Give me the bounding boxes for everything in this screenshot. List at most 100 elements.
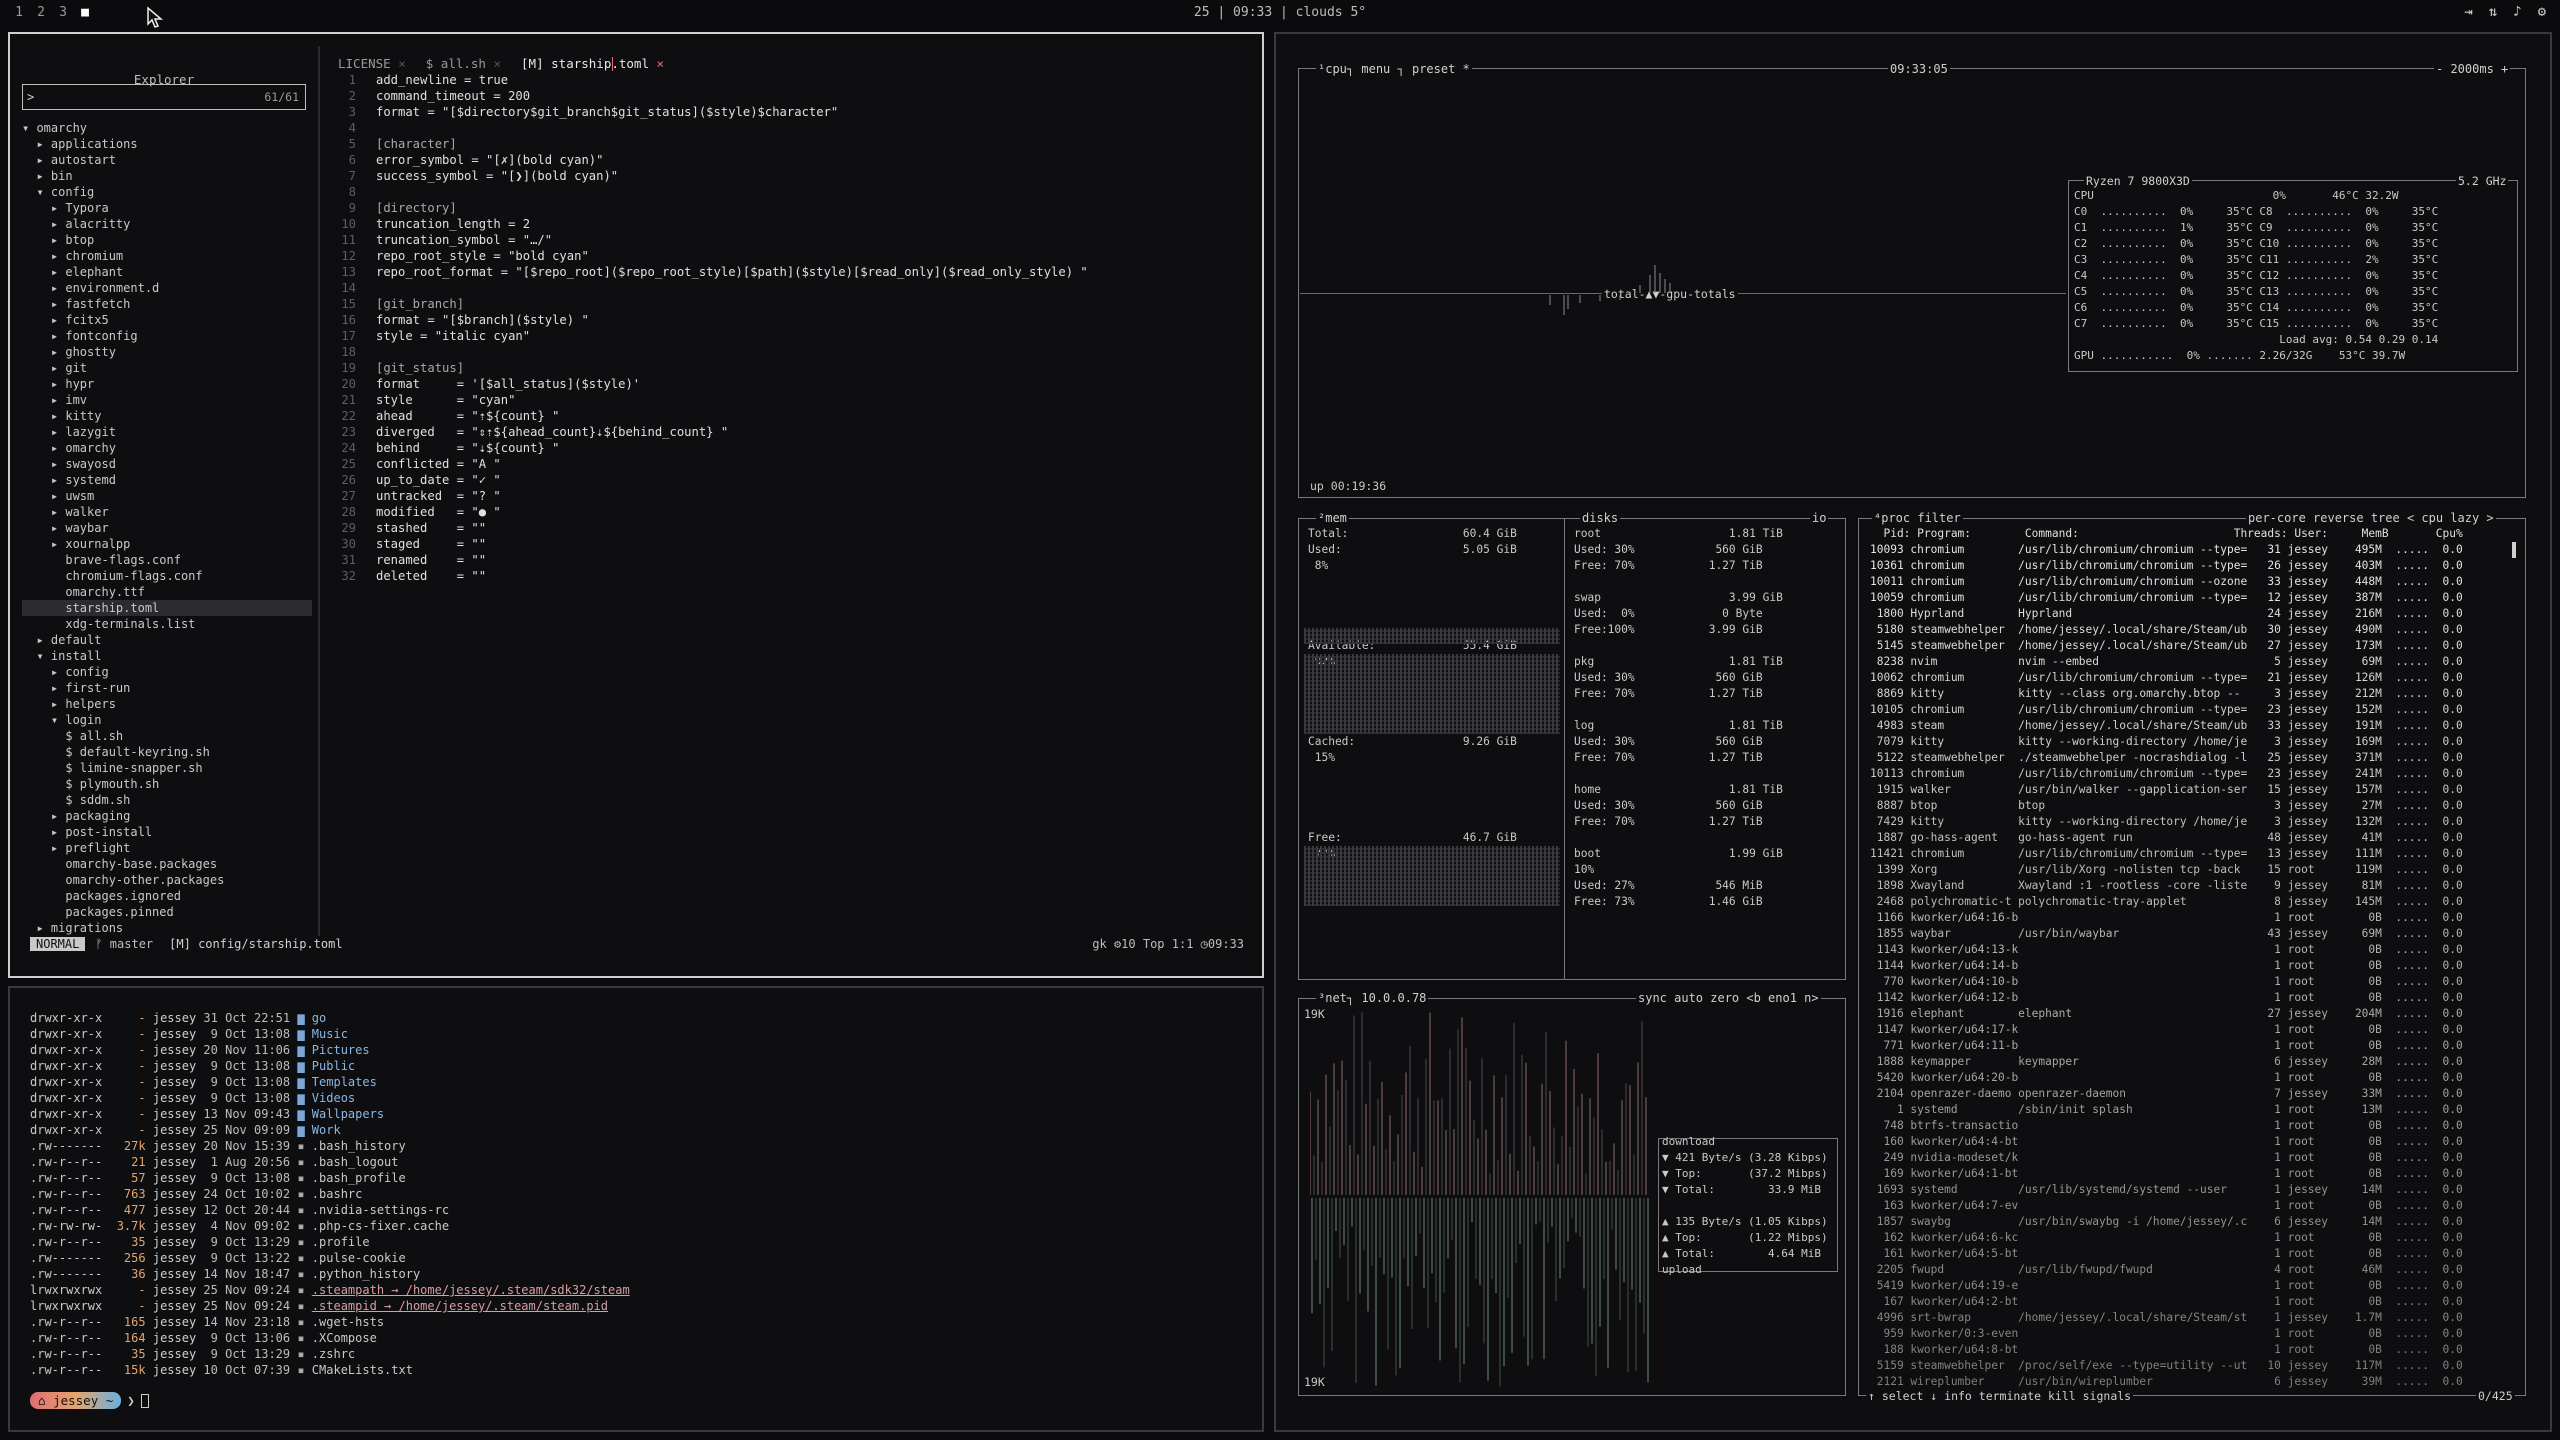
network-icon[interactable]: ⇅: [2489, 4, 2497, 20]
proc-row[interactable]: 8887 btop btop 3 jessey 27M ..... 0.0: [1870, 798, 2520, 814]
ls-name[interactable]: Public: [312, 1059, 355, 1073]
ls-name[interactable]: .pulse-cookie: [312, 1251, 406, 1265]
tree-item[interactable]: ▸ post-install: [22, 824, 312, 840]
tree-item[interactable]: ▸ packaging: [22, 808, 312, 824]
ls-name[interactable]: .profile: [312, 1235, 370, 1249]
proc-row[interactable]: 1147 kworker/u64:17-k 1 root 0B ..... 0.…: [1870, 1022, 2520, 1038]
proc-row[interactable]: 1 systemd /sbin/init splash 1 root 13M .…: [1870, 1102, 2520, 1118]
proc-row[interactable]: 2104 openrazer-daemo openrazer-daemon 7 …: [1870, 1086, 2520, 1102]
proc-row[interactable]: 162 kworker/u64:6-kc 1 root 0B ..... 0.0: [1870, 1230, 2520, 1246]
tree-item[interactable]: ▸ environment.d: [22, 280, 312, 296]
proc-row[interactable]: 167 kworker/u64:2-bt 1 root 0B ..... 0.0: [1870, 1294, 2520, 1310]
proc-row[interactable]: 10361 chromium /usr/lib/chromium/chromiu…: [1870, 558, 2520, 574]
tree-item[interactable]: ▾ install: [22, 648, 312, 664]
tree-item[interactable]: ▸ helpers: [22, 696, 312, 712]
proc-row[interactable]: 1142 kworker/u64:12-b 1 root 0B ..... 0.…: [1870, 990, 2520, 1006]
proc-row[interactable]: 1898 Xwayland Xwayland :1 -rootless -cor…: [1870, 878, 2520, 894]
net-controls[interactable]: sync auto zero <b eno1 n>: [1636, 991, 1821, 1005]
tree-item[interactable]: ▸ git: [22, 360, 312, 376]
proc-row[interactable]: 10011 chromium /usr/lib/chromium/chromiu…: [1870, 574, 2520, 590]
tree-item[interactable]: ▸ autostart: [22, 152, 312, 168]
proc-row[interactable]: 160 kworker/u64:4-bt 1 root 0B ..... 0.0: [1870, 1134, 2520, 1150]
ls-name[interactable]: CMakeLists.txt: [312, 1363, 413, 1377]
tree-item[interactable]: ▸ walker: [22, 504, 312, 520]
shell-prompt[interactable]: ⌂ jessey ~ ❯: [30, 1392, 149, 1409]
proc-row[interactable]: 1143 kworker/u64:13-k 1 root 0B ..... 0.…: [1870, 942, 2520, 958]
menu-button[interactable]: menu: [1361, 62, 1390, 76]
ls-name[interactable]: .bash_profile: [312, 1171, 406, 1185]
tree-item[interactable]: ▸ chromium: [22, 248, 312, 264]
tree-item[interactable]: ▸ ghostty: [22, 344, 312, 360]
proc-row[interactable]: 1915 walker /usr/bin/walker --gapplicati…: [1870, 782, 2520, 798]
tree-item[interactable]: ▾ config: [22, 184, 312, 200]
clock-weather[interactable]: 25 | 09:33 | clouds 5°: [0, 5, 2560, 20]
tree-item[interactable]: $ sddm.sh: [22, 792, 312, 808]
ls-name[interactable]: .bash_history: [312, 1139, 406, 1153]
tree-item[interactable]: ▸ kitty: [22, 408, 312, 424]
ls-name[interactable]: .steampid → /home/jessey/.steam/steam.pi…: [312, 1299, 608, 1313]
tree-item[interactable]: brave-flags.conf: [22, 552, 312, 568]
tree-item[interactable]: ▸ swayosd: [22, 456, 312, 472]
tree-item[interactable]: chromium-flags.conf: [22, 568, 312, 584]
tree-item[interactable]: ▸ migrations: [22, 920, 312, 936]
tab-all-sh[interactable]: $ all.sh ×: [426, 56, 501, 71]
update-interval[interactable]: - 2000ms +: [2434, 62, 2511, 76]
ls-name[interactable]: .wget-hsts: [312, 1315, 384, 1329]
proc-footer[interactable]: ↑ select ↓ info terminate kill signals: [1866, 1389, 2134, 1403]
proc-row[interactable]: 5420 kworker/u64:20-b 1 root 0B ..... 0.…: [1870, 1070, 2520, 1086]
tree-item[interactable]: ▸ applications: [22, 136, 312, 152]
proc-row[interactable]: 7079 kitty kitty --working-directory /ho…: [1870, 734, 2520, 750]
tree-item[interactable]: ▸ Typora: [22, 200, 312, 216]
tree-item[interactable]: ▸ imv: [22, 392, 312, 408]
ls-name[interactable]: Wallpapers: [312, 1107, 384, 1121]
tree-item[interactable]: ▸ lazygit: [22, 424, 312, 440]
proc-row[interactable]: 770 kworker/u64:10-b 1 root 0B ..... 0.0: [1870, 974, 2520, 990]
proc-row[interactable]: 8869 kitty kitty --class org.omarchy.bto…: [1870, 686, 2520, 702]
proc-row[interactable]: 5419 kworker/u64:19-e 1 root 0B ..... 0.…: [1870, 1278, 2520, 1294]
proc-table[interactable]: 10093 chromium /usr/lib/chromium/chromiu…: [1870, 542, 2520, 1390]
proc-row[interactable]: 163 kworker/u64:7-ev 1 root 0B ..... 0.0: [1870, 1198, 2520, 1214]
tree-item[interactable]: packages.ignored: [22, 888, 312, 904]
proc-row[interactable]: 1888 keymapper keymapper 6 jessey 28M ..…: [1870, 1054, 2520, 1070]
ls-name[interactable]: Music: [312, 1027, 348, 1041]
proc-row[interactable]: 748 btrfs-transactio 1 root 0B ..... 0.0: [1870, 1118, 2520, 1134]
proc-row[interactable]: 1144 kworker/u64:14-b 1 root 0B ..... 0.…: [1870, 958, 2520, 974]
proc-row[interactable]: 7429 kitty kitty --working-directory /ho…: [1870, 814, 2520, 830]
tree-item[interactable]: $ all.sh: [22, 728, 312, 744]
preset-button[interactable]: preset *: [1412, 62, 1470, 76]
tree-item[interactable]: xdg-terminals.list: [22, 616, 312, 632]
proc-row[interactable]: 1916 elephant elephant 27 jessey 204M ..…: [1870, 1006, 2520, 1022]
proc-scrollbar[interactable]: [2512, 542, 2516, 558]
proc-row[interactable]: 8238 nvim nvim --embed 5 jessey 69M ....…: [1870, 654, 2520, 670]
proc-row[interactable]: 1855 waybar /usr/bin/waybar 43 jessey 69…: [1870, 926, 2520, 942]
proc-row[interactable]: 10059 chromium /usr/lib/chromium/chromiu…: [1870, 590, 2520, 606]
proc-row[interactable]: 1693 systemd /usr/lib/systemd/systemd --…: [1870, 1182, 2520, 1198]
tree-item[interactable]: ▸ default: [22, 632, 312, 648]
proc-row[interactable]: 771 kworker/u64:11-b 1 root 0B ..... 0.0: [1870, 1038, 2520, 1054]
proc-row[interactable]: 5145 steamwebhelper /home/jessey/.local/…: [1870, 638, 2520, 654]
tree-item[interactable]: $ default-keyring.sh: [22, 744, 312, 760]
explorer-filter-input[interactable]: > 61/61: [22, 84, 306, 110]
proc-row[interactable]: 188 kworker/u64:8-bt 1 root 0B ..... 0.0: [1870, 1342, 2520, 1358]
proc-row[interactable]: 1399 Xorg /usr/lib/Xorg -nolisten tcp -b…: [1870, 862, 2520, 878]
ls-name[interactable]: .python_history: [312, 1267, 420, 1281]
tab-license[interactable]: LICENSE ×: [338, 56, 406, 71]
proc-row[interactable]: 5180 steamwebhelper /home/jessey/.local/…: [1870, 622, 2520, 638]
ls-name[interactable]: .steampath → /home/jessey/.steam/sdk32/s…: [312, 1283, 630, 1297]
proc-row[interactable]: 2468 polychromatic-t polychromatic-tray-…: [1870, 894, 2520, 910]
tree-item[interactable]: ▸ uwsm: [22, 488, 312, 504]
tree-item[interactable]: ▾ omarchy: [22, 120, 312, 136]
io-toggle[interactable]: io: [1810, 511, 1829, 525]
tree-item[interactable]: omarchy-other.packages: [22, 872, 312, 888]
tree-item[interactable]: packages.pinned: [22, 904, 312, 920]
ls-name[interactable]: .XCompose: [312, 1331, 377, 1345]
tree-item[interactable]: ▸ fontconfig: [22, 328, 312, 344]
proc-row[interactable]: 10093 chromium /usr/lib/chromium/chromiu…: [1870, 542, 2520, 558]
proc-row[interactable]: 10113 chromium /usr/lib/chromium/chromiu…: [1870, 766, 2520, 782]
proc-row[interactable]: 1800 Hyprland Hyprland 24 jessey 216M ..…: [1870, 606, 2520, 622]
proc-row[interactable]: 249 nvidia-modeset/k 1 root 0B ..... 0.0: [1870, 1150, 2520, 1166]
tree-item[interactable]: ▸ alacritty: [22, 216, 312, 232]
proc-options[interactable]: per-core reverse tree < cpu lazy >: [2246, 511, 2496, 525]
proc-row[interactable]: 4983 steam /home/jessey/.local/share/Ste…: [1870, 718, 2520, 734]
tab-starship-toml[interactable]: [M] starship.toml ×: [521, 56, 664, 71]
